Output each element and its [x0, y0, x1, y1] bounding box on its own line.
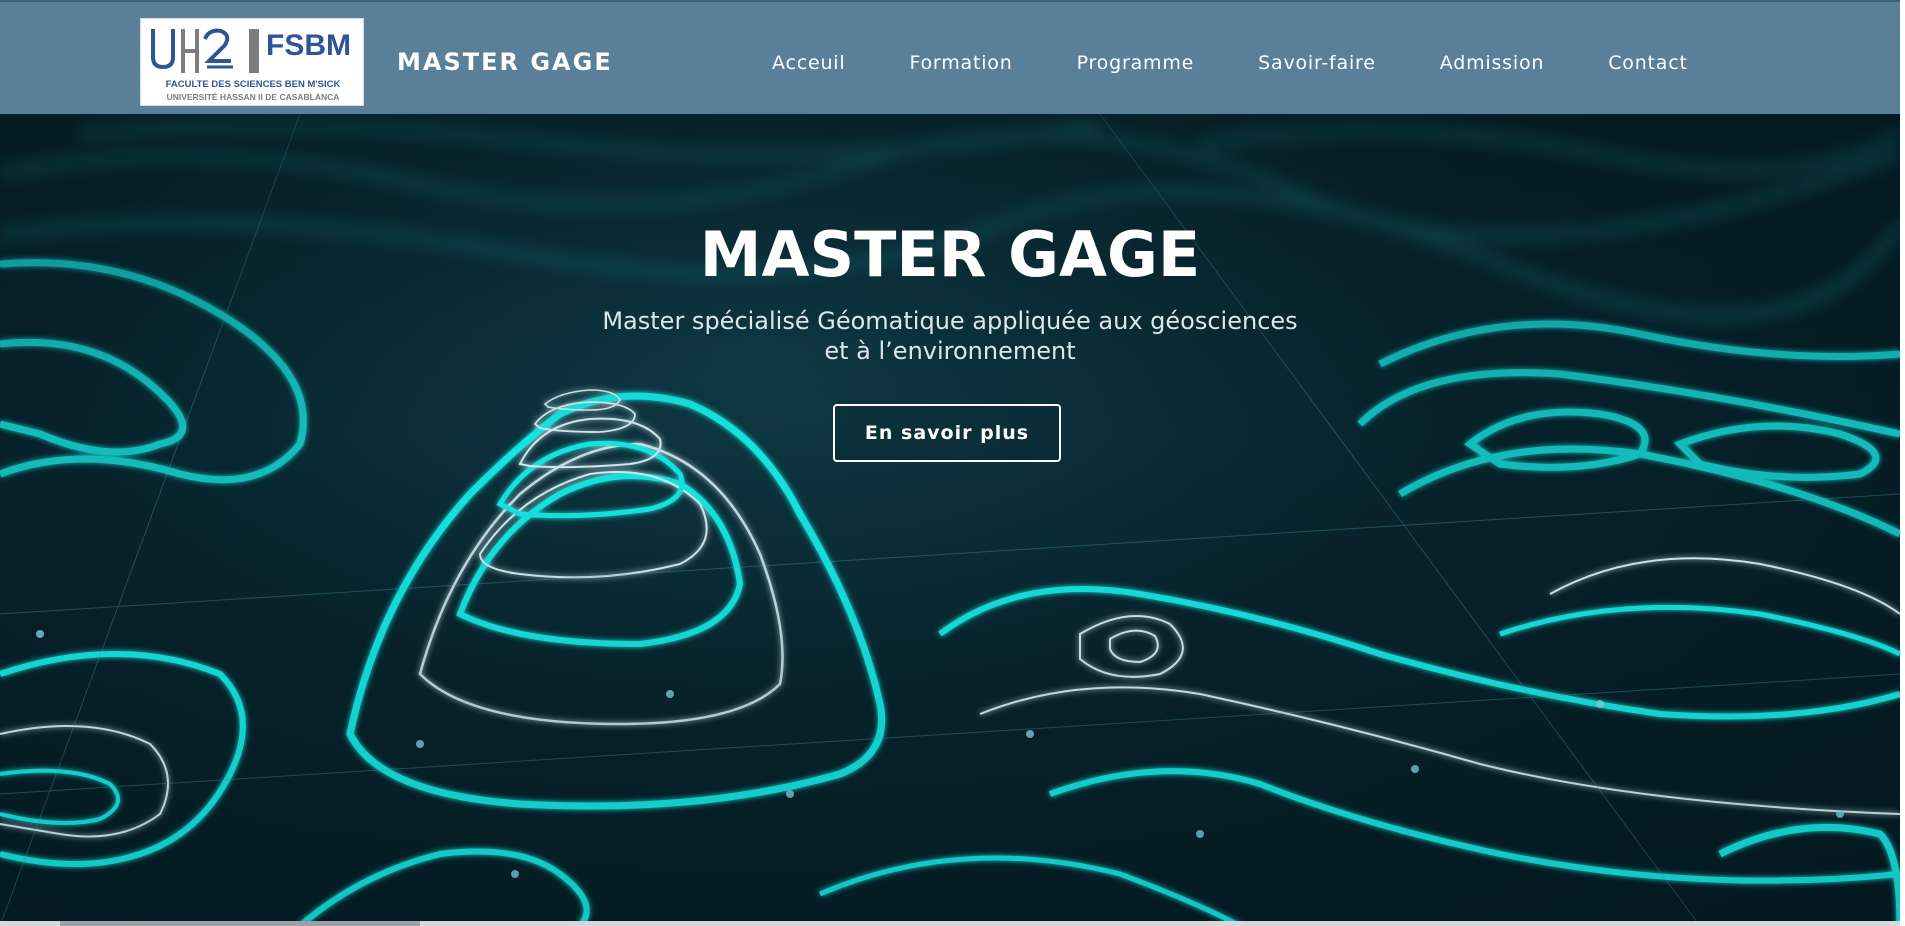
logo-acronym: FSBM: [266, 29, 351, 62]
site-title[interactable]: MASTER GAGE: [397, 48, 613, 76]
nav-item-programme[interactable]: Programme: [1077, 52, 1195, 74]
logo-university-name: UNIVERSITÉ HASSAN II DE CASABLANCA: [166, 92, 340, 102]
horizontal-scrollbar-thumb[interactable]: [60, 921, 420, 926]
browser-viewport: FSBM FACULTE DES SCIENCES BEN M'SICK UNI…: [0, 0, 1905, 926]
fsbm-logo[interactable]: FSBM FACULTE DES SCIENCES BEN M'SICK UNI…: [140, 18, 364, 106]
nav-item-savoir-faire[interactable]: Savoir-faire: [1258, 52, 1376, 74]
hero-title: MASTER GAGE: [699, 218, 1201, 291]
hero-subtitle-line-1: Master spécialisé Géomatique appliquée a…: [602, 307, 1298, 335]
hero-section: MASTER GAGE Master spécialisé Géomatique…: [0, 114, 1900, 926]
hero-subtitle: Master spécialisé Géomatique appliquée a…: [550, 306, 1350, 366]
page: FSBM FACULTE DES SCIENCES BEN M'SICK UNI…: [0, 0, 1900, 926]
nav-item-acceuil[interactable]: Acceuil: [772, 52, 845, 74]
logo-divider: [249, 29, 259, 73]
nav-item-admission[interactable]: Admission: [1440, 52, 1544, 74]
learn-more-button[interactable]: En savoir plus: [833, 404, 1061, 462]
uh2-logo-icon: [151, 28, 233, 73]
nav-item-formation[interactable]: Formation: [909, 52, 1012, 74]
hero-subtitle-line-2: et à l’environnement: [824, 337, 1076, 365]
nav-item-contact[interactable]: Contact: [1608, 52, 1688, 74]
logo-faculty-name: FACULTE DES SCIENCES BEN M'SICK: [165, 79, 341, 90]
main-nav: Acceuil Formation Programme Savoir-faire…: [740, 48, 1720, 78]
site-header: FSBM FACULTE DES SCIENCES BEN M'SICK UNI…: [0, 0, 1900, 114]
